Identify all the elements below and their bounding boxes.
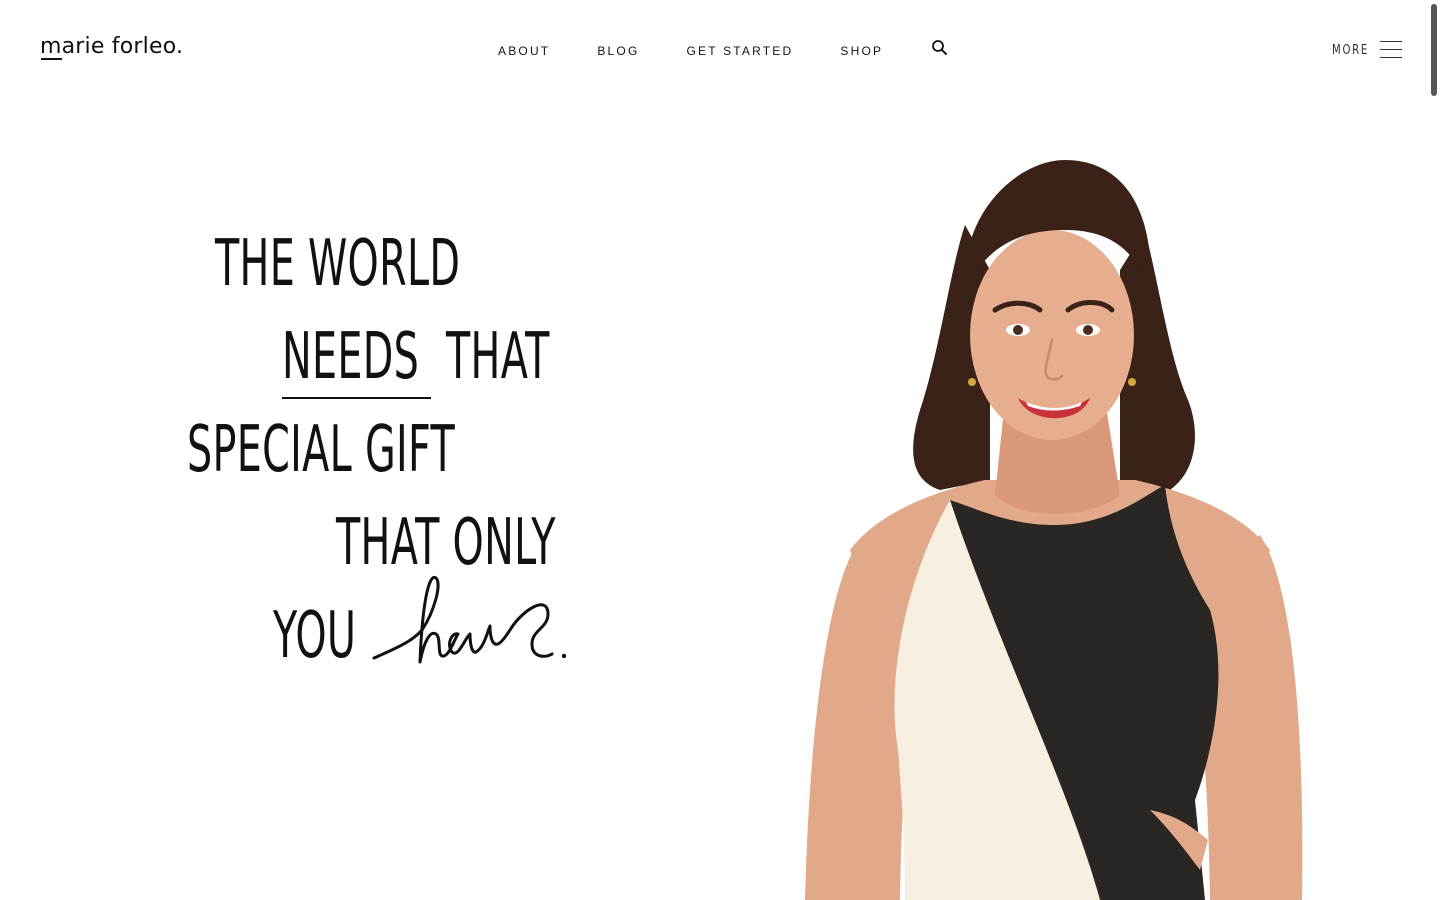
- headline-line-4: THAT ONLY: [336, 506, 556, 580]
- logo-underline: [41, 58, 62, 60]
- nav-about[interactable]: ABOUT: [498, 43, 550, 59]
- headline-line-3: SPECIAL GIFT: [187, 413, 455, 487]
- needs-underline: [282, 397, 431, 399]
- logo[interactable]: marie forleo.: [40, 33, 183, 61]
- headline-that: THAT: [446, 320, 550, 394]
- headline-needs: NEEDS: [282, 320, 420, 394]
- headline-you: YOU: [273, 599, 357, 673]
- more-menu-button[interactable]: MORE: [1332, 40, 1402, 60]
- hamburger-menu-icon: [1380, 40, 1402, 60]
- headline-line-1: THE WORLD: [215, 227, 461, 301]
- scrollbar-thumb[interactable]: [1431, 4, 1437, 96]
- portrait-image: [805, 160, 1303, 900]
- main-nav: ABOUT BLOG GET STARTED SHOP: [498, 40, 949, 59]
- nav-shop[interactable]: SHOP: [840, 43, 883, 59]
- search-icon[interactable]: [931, 39, 949, 57]
- script-word-have: [372, 575, 567, 664]
- nav-blog[interactable]: BLOG: [597, 43, 639, 59]
- page: marie forleo. ABOUT BLOG GET STARTED SHO…: [0, 0, 1440, 900]
- nav-get-started[interactable]: GET STARTED: [687, 43, 794, 59]
- more-label: MORE: [1332, 42, 1370, 58]
